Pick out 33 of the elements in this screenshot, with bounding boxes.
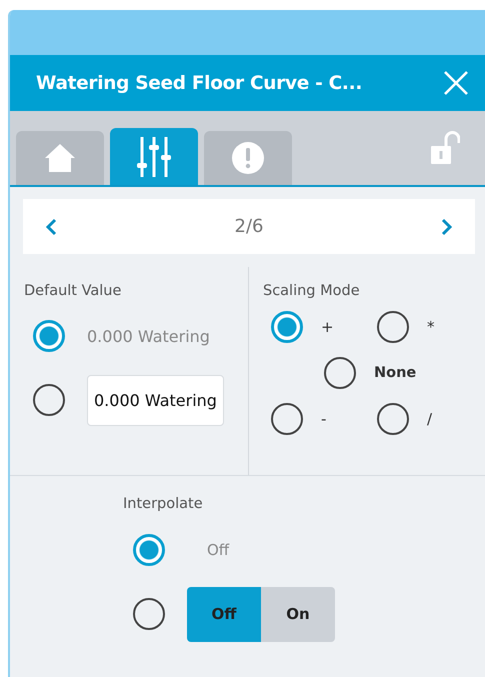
- section-label: Default Value: [24, 283, 122, 299]
- value-text: 0.000 Watering: [87, 326, 210, 346]
- close-icon[interactable]: [443, 70, 469, 96]
- next-icon[interactable]: [441, 218, 453, 236]
- window-title: Watering Seed Floor Curve - C...: [36, 72, 362, 94]
- sliders-icon: [136, 134, 172, 178]
- radio-button[interactable]: [324, 357, 356, 389]
- section-label: Interpolate: [123, 496, 204, 512]
- radio-button[interactable]: [271, 403, 303, 435]
- toggle-segment[interactable]: On: [261, 586, 335, 642]
- tab[interactable]: [204, 131, 292, 185]
- option-label: *: [427, 318, 434, 336]
- section-label: Scaling Mode: [263, 283, 361, 299]
- radio-button[interactable]: [271, 311, 303, 343]
- radio-button[interactable]: [33, 384, 65, 416]
- radio-button[interactable]: [377, 311, 409, 343]
- radio-button[interactable]: [377, 403, 409, 435]
- radio-button[interactable]: [133, 598, 165, 630]
- toggle-segment[interactable]: Off: [187, 586, 261, 642]
- option-label: -: [321, 410, 326, 428]
- page-counter: 2/6: [234, 216, 264, 237]
- tab[interactable]: [110, 128, 198, 185]
- alert-icon: [231, 141, 265, 175]
- option-label: None: [374, 365, 416, 381]
- value-input-field[interactable]: 0.000 Watering: [87, 374, 224, 426]
- previous-icon[interactable]: [45, 218, 57, 236]
- option-label: +: [321, 318, 334, 336]
- tab[interactable]: [16, 131, 104, 185]
- radio-button[interactable]: [133, 534, 165, 566]
- radio-button[interactable]: [33, 320, 65, 352]
- option-label: /: [427, 410, 432, 428]
- home-icon: [44, 143, 76, 173]
- value-text: Off: [206, 541, 230, 559]
